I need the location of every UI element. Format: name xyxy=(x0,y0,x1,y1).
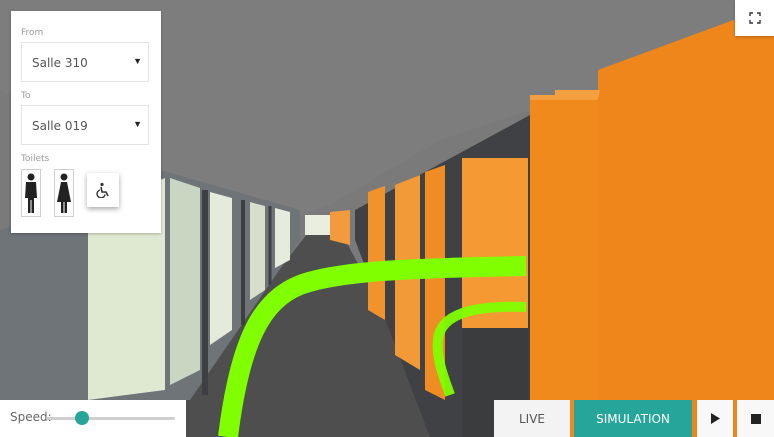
to-value: Salle 019 xyxy=(32,119,88,133)
room-far xyxy=(330,210,350,245)
wheelchair-button[interactable] xyxy=(87,173,119,207)
simulation-button[interactable]: SIMULATION xyxy=(574,400,692,437)
men-toilet-button[interactable] xyxy=(21,169,41,217)
toilets-label: Toilets xyxy=(21,154,50,164)
to-label: To xyxy=(21,91,31,101)
fullscreen-button[interactable] xyxy=(735,0,774,36)
room-front xyxy=(598,5,774,437)
fullscreen-icon xyxy=(748,12,761,24)
left-window-farther xyxy=(275,208,290,268)
left-window-mid xyxy=(210,192,232,345)
stop-icon xyxy=(750,413,761,424)
from-label: From xyxy=(21,28,44,38)
speed-control: Speed: xyxy=(0,400,186,437)
live-button[interactable]: LIVE xyxy=(494,400,570,437)
women-toilet-button[interactable] xyxy=(54,169,74,217)
play-icon xyxy=(711,413,720,424)
stop-button[interactable] xyxy=(737,400,774,437)
room-mid xyxy=(368,186,385,320)
speed-slider-thumb[interactable] xyxy=(75,411,90,425)
room-big xyxy=(530,95,600,437)
chevron-down-icon: ▼ xyxy=(133,119,142,129)
men-toilet-icon xyxy=(25,173,37,213)
left-window-far xyxy=(250,202,265,300)
speed-slider[interactable] xyxy=(46,411,175,425)
wheelchair-icon xyxy=(96,182,109,198)
play-button[interactable] xyxy=(697,400,733,437)
to-select[interactable]: Salle 019 ▼ xyxy=(21,105,149,145)
route-panel: From Salle 310 ▼ To Salle 019 ▼ Toilets xyxy=(11,11,161,233)
from-value: Salle 310 xyxy=(32,56,88,70)
left-window-glass xyxy=(170,178,200,385)
women-toilet-icon xyxy=(57,173,71,213)
chevron-down-icon: ▼ xyxy=(133,56,142,66)
from-select[interactable]: Salle 310 ▼ xyxy=(21,42,149,82)
